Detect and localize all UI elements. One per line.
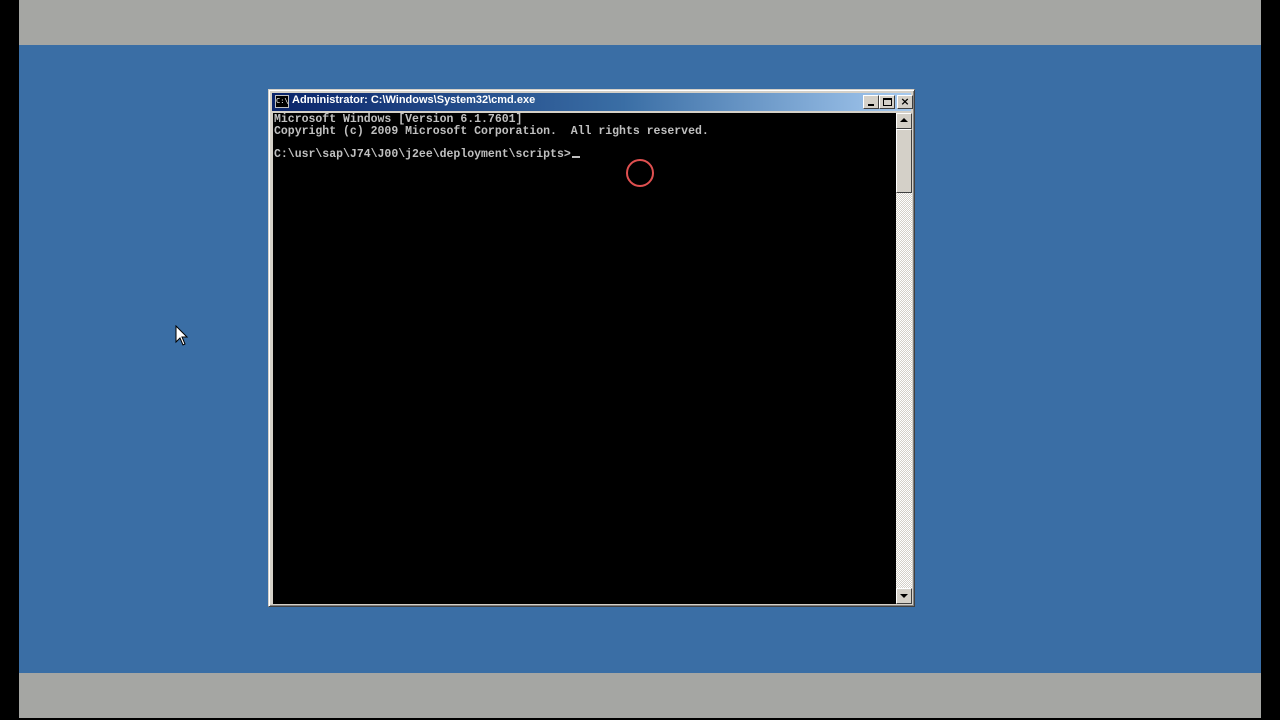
title-bar[interactable]: C:\ Administrator: C:\Windows\System32\c… [272, 93, 913, 111]
vertical-scrollbar[interactable] [896, 113, 912, 604]
prompt-path: C:\usr\sap\J74\J00\j2ee\deployment\scrip… [274, 148, 571, 161]
close-icon: × [900, 95, 910, 108]
screen: C:\ Administrator: C:\Windows\System32\c… [0, 0, 1280, 720]
letterbox-top [19, 0, 1261, 45]
arrow-up-icon [900, 118, 908, 122]
minimize-icon [868, 104, 874, 106]
maximize-icon [883, 98, 892, 106]
console-output[interactable]: Microsoft Windows [Version 6.1.7601] Cop… [273, 113, 896, 604]
minimize-button[interactable] [863, 95, 879, 109]
scroll-down-button[interactable] [896, 588, 912, 604]
maximize-button[interactable] [879, 95, 895, 109]
window-title: Administrator: C:\Windows\System32\cmd.e… [292, 94, 536, 106]
scroll-up-button[interactable] [896, 113, 912, 129]
mouse-pointer-icon [175, 325, 189, 346]
letterbox-bottom [19, 673, 1261, 718]
console-line-copyright: Copyright (c) 2009 Microsoft Corporation… [274, 125, 709, 138]
text-cursor [571, 156, 580, 158]
arrow-down-icon [900, 594, 908, 598]
scroll-thumb[interactable] [896, 129, 912, 193]
cmd-app-icon[interactable]: C:\ [275, 95, 289, 108]
cmd-window[interactable]: C:\ Administrator: C:\Windows\System32\c… [268, 89, 915, 607]
command-prompt[interactable]: C:\usr\sap\J74\J00\j2ee\deployment\scrip… [274, 149, 580, 161]
close-button[interactable]: × [897, 95, 913, 109]
click-indicator-circle [626, 159, 654, 187]
